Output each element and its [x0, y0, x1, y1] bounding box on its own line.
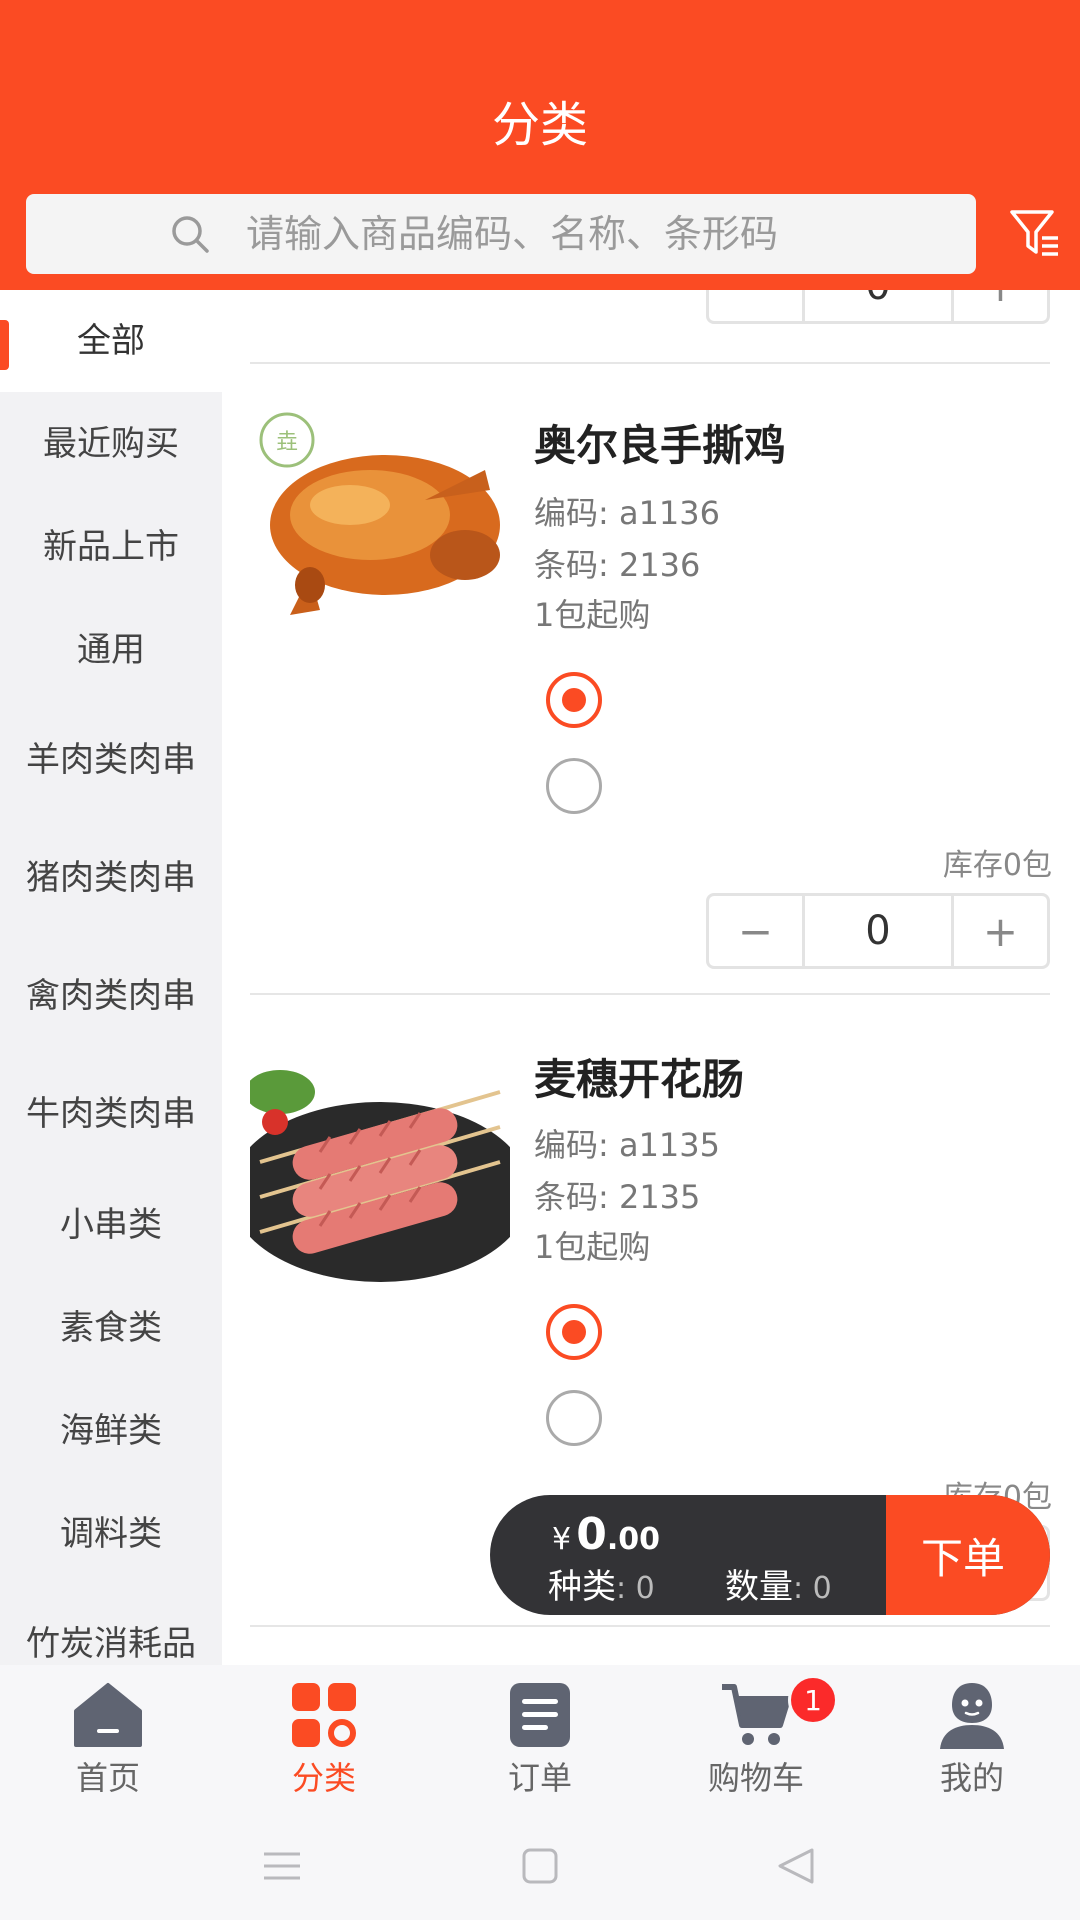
bottom-tab-bar: 首页 分类 订单 1 购物车 我的 — [0, 1665, 1080, 1808]
quantity-stepper: − 0 + — [706, 290, 1050, 324]
tab-label: 购物车 — [707, 1759, 804, 1797]
product-image-chicken[interactable]: 垚 — [250, 410, 510, 640]
product-barcode: 条码: 2136 — [534, 546, 701, 584]
count-value: : 0 — [793, 1571, 832, 1606]
product-code: 编码: a1136 — [534, 494, 721, 532]
menu-icon[interactable] — [258, 1842, 306, 1890]
unit-radio[interactable] — [546, 1390, 602, 1446]
product-code: 编码: a1135 — [534, 1126, 721, 1164]
tab-category[interactable]: 分类 — [216, 1665, 432, 1808]
divider — [250, 362, 1050, 364]
tab-label: 分类 — [291, 1759, 356, 1797]
search-icon — [172, 216, 209, 253]
quantity-stepper: − 0 + — [706, 893, 1050, 969]
sidebar-item-vegetarian[interactable]: 素食类 — [0, 1276, 222, 1379]
divider — [250, 1625, 1050, 1627]
decrease-button[interactable]: − — [709, 896, 805, 966]
kinds-label: 种类 — [548, 1567, 616, 1607]
quantity-value[interactable]: 0 — [808, 290, 948, 321]
cart-badge: 1 — [788, 1675, 838, 1725]
tab-profile[interactable]: 我的 — [864, 1665, 1080, 1808]
tab-home[interactable]: 首页 — [0, 1665, 216, 1808]
sidebar-item-beef[interactable]: 牛肉类肉串 — [0, 1055, 222, 1173]
back-triangle-icon[interactable] — [772, 1842, 820, 1890]
decrease-button[interactable]: − — [709, 290, 805, 321]
tab-label: 订单 — [507, 1759, 572, 1797]
home-icon — [74, 1683, 142, 1747]
sidebar-item-seafood[interactable]: 海鲜类 — [0, 1379, 222, 1482]
product-min-order: 1包起购 — [534, 1228, 651, 1266]
price-integer: 0 — [576, 1509, 607, 1560]
system-nav-bar — [0, 1808, 1080, 1920]
product-barcode: 条码: 2135 — [534, 1178, 701, 1216]
kinds-value: : 0 — [616, 1571, 655, 1606]
sidebar-item-label: 小串类 — [60, 1204, 162, 1245]
sidebar-item-all[interactable]: 全部 — [0, 290, 222, 392]
sidebar-item-label: 羊肉类肉串 — [26, 740, 196, 780]
product-name[interactable]: 麦穗开花肠 — [534, 1046, 744, 1107]
category-grid-icon — [292, 1683, 356, 1747]
home-square-icon[interactable] — [516, 1842, 564, 1890]
price-decimal: .00 — [606, 1522, 660, 1557]
place-order-button[interactable]: 下单 — [886, 1495, 1050, 1615]
sidebar-item-label: 新品上市 — [43, 526, 179, 567]
sidebar-item-pork[interactable]: 猪肉类肉串 — [0, 819, 222, 937]
sidebar-item-small-skewers[interactable]: 小串类 — [0, 1173, 222, 1276]
category-sidebar: 全部 最近购买 新品上市 通用 羊肉类肉串 猪肉类肉串 禽肉类肉串 牛肉类肉串 … — [0, 290, 222, 1665]
sidebar-item-label: 调料类 — [60, 1513, 162, 1554]
cart-summary-bar[interactable]: ¥ 0.00 种类: 0 数量: 0 下单 — [490, 1495, 1050, 1615]
divider — [250, 993, 1050, 995]
sidebar-item-recent[interactable]: 最近购买 — [0, 392, 222, 495]
count-label: 数量 — [725, 1567, 793, 1607]
currency-symbol: ¥ — [552, 1522, 572, 1557]
sidebar-item-label: 猪肉类肉串 — [26, 858, 196, 898]
sidebar-item-seasoning[interactable]: 调料类 — [0, 1482, 222, 1585]
sidebar-item-label: 最近购买 — [43, 423, 179, 464]
sidebar-item-label: 竹炭消耗品 — [26, 1624, 196, 1664]
increase-button[interactable]: + — [951, 290, 1047, 321]
unit-radio[interactable] — [546, 758, 602, 814]
cart-kinds: 种类: 0 — [548, 1559, 655, 1608]
user-profile-icon — [940, 1683, 1004, 1749]
sidebar-item-label: 海鲜类 — [60, 1410, 162, 1451]
tab-label: 我的 — [939, 1759, 1004, 1797]
sidebar-item-label: 全部 — [77, 321, 145, 361]
sidebar-item-poultry[interactable]: 禽肉类肉串 — [0, 937, 222, 1055]
product-image-sausage[interactable] — [250, 1052, 510, 1282]
search-box[interactable] — [26, 194, 976, 274]
cart-count: 数量: 0 — [725, 1559, 832, 1608]
tab-cart[interactable]: 1 购物车 — [648, 1665, 864, 1808]
tab-label: 首页 — [75, 1759, 140, 1797]
product-stock: 库存0包 — [942, 848, 1052, 883]
product-name[interactable]: 奥尔良手撕鸡 — [534, 412, 786, 473]
quantity-value[interactable]: 0 — [808, 896, 948, 966]
sidebar-item-label: 禽肉类肉串 — [26, 976, 196, 1016]
sidebar-item-label: 素食类 — [60, 1307, 162, 1348]
page-title: 分类 — [491, 97, 588, 153]
product-list: − 0 + 垚 奥尔良手撕鸡 编码: a1136 条码: 2136 1包起购 — [222, 290, 1080, 1665]
unit-radio-selected[interactable] — [546, 672, 602, 728]
search-input[interactable] — [246, 194, 946, 274]
sidebar-item-charcoal[interactable]: 竹炭消耗品 — [0, 1585, 222, 1665]
sidebar-item-new[interactable]: 新品上市 — [0, 495, 222, 598]
increase-button[interactable]: + — [951, 896, 1047, 966]
header: 分类 — [0, 0, 1080, 290]
order-list-icon — [510, 1683, 570, 1747]
shopping-cart-icon — [722, 1684, 791, 1745]
product-min-order: 1包起购 — [534, 596, 651, 634]
unit-radio-selected[interactable] — [546, 1304, 602, 1360]
tab-orders[interactable]: 订单 — [432, 1665, 648, 1808]
svg-text:垚: 垚 — [276, 430, 298, 455]
app: 分类 全部 最近购买 新品上市 通用 羊肉 — [0, 0, 1080, 1920]
sidebar-item-label: 通用 — [77, 629, 145, 670]
filter-icon[interactable] — [1008, 206, 1062, 260]
active-indicator — [0, 320, 9, 370]
sidebar-item-lamb[interactable]: 羊肉类肉串 — [0, 701, 222, 819]
sidebar-item-general[interactable]: 通用 — [0, 598, 222, 701]
cart-total-price: ¥ 0.00 — [552, 1509, 660, 1560]
sidebar-item-label: 牛肉类肉串 — [26, 1094, 196, 1134]
